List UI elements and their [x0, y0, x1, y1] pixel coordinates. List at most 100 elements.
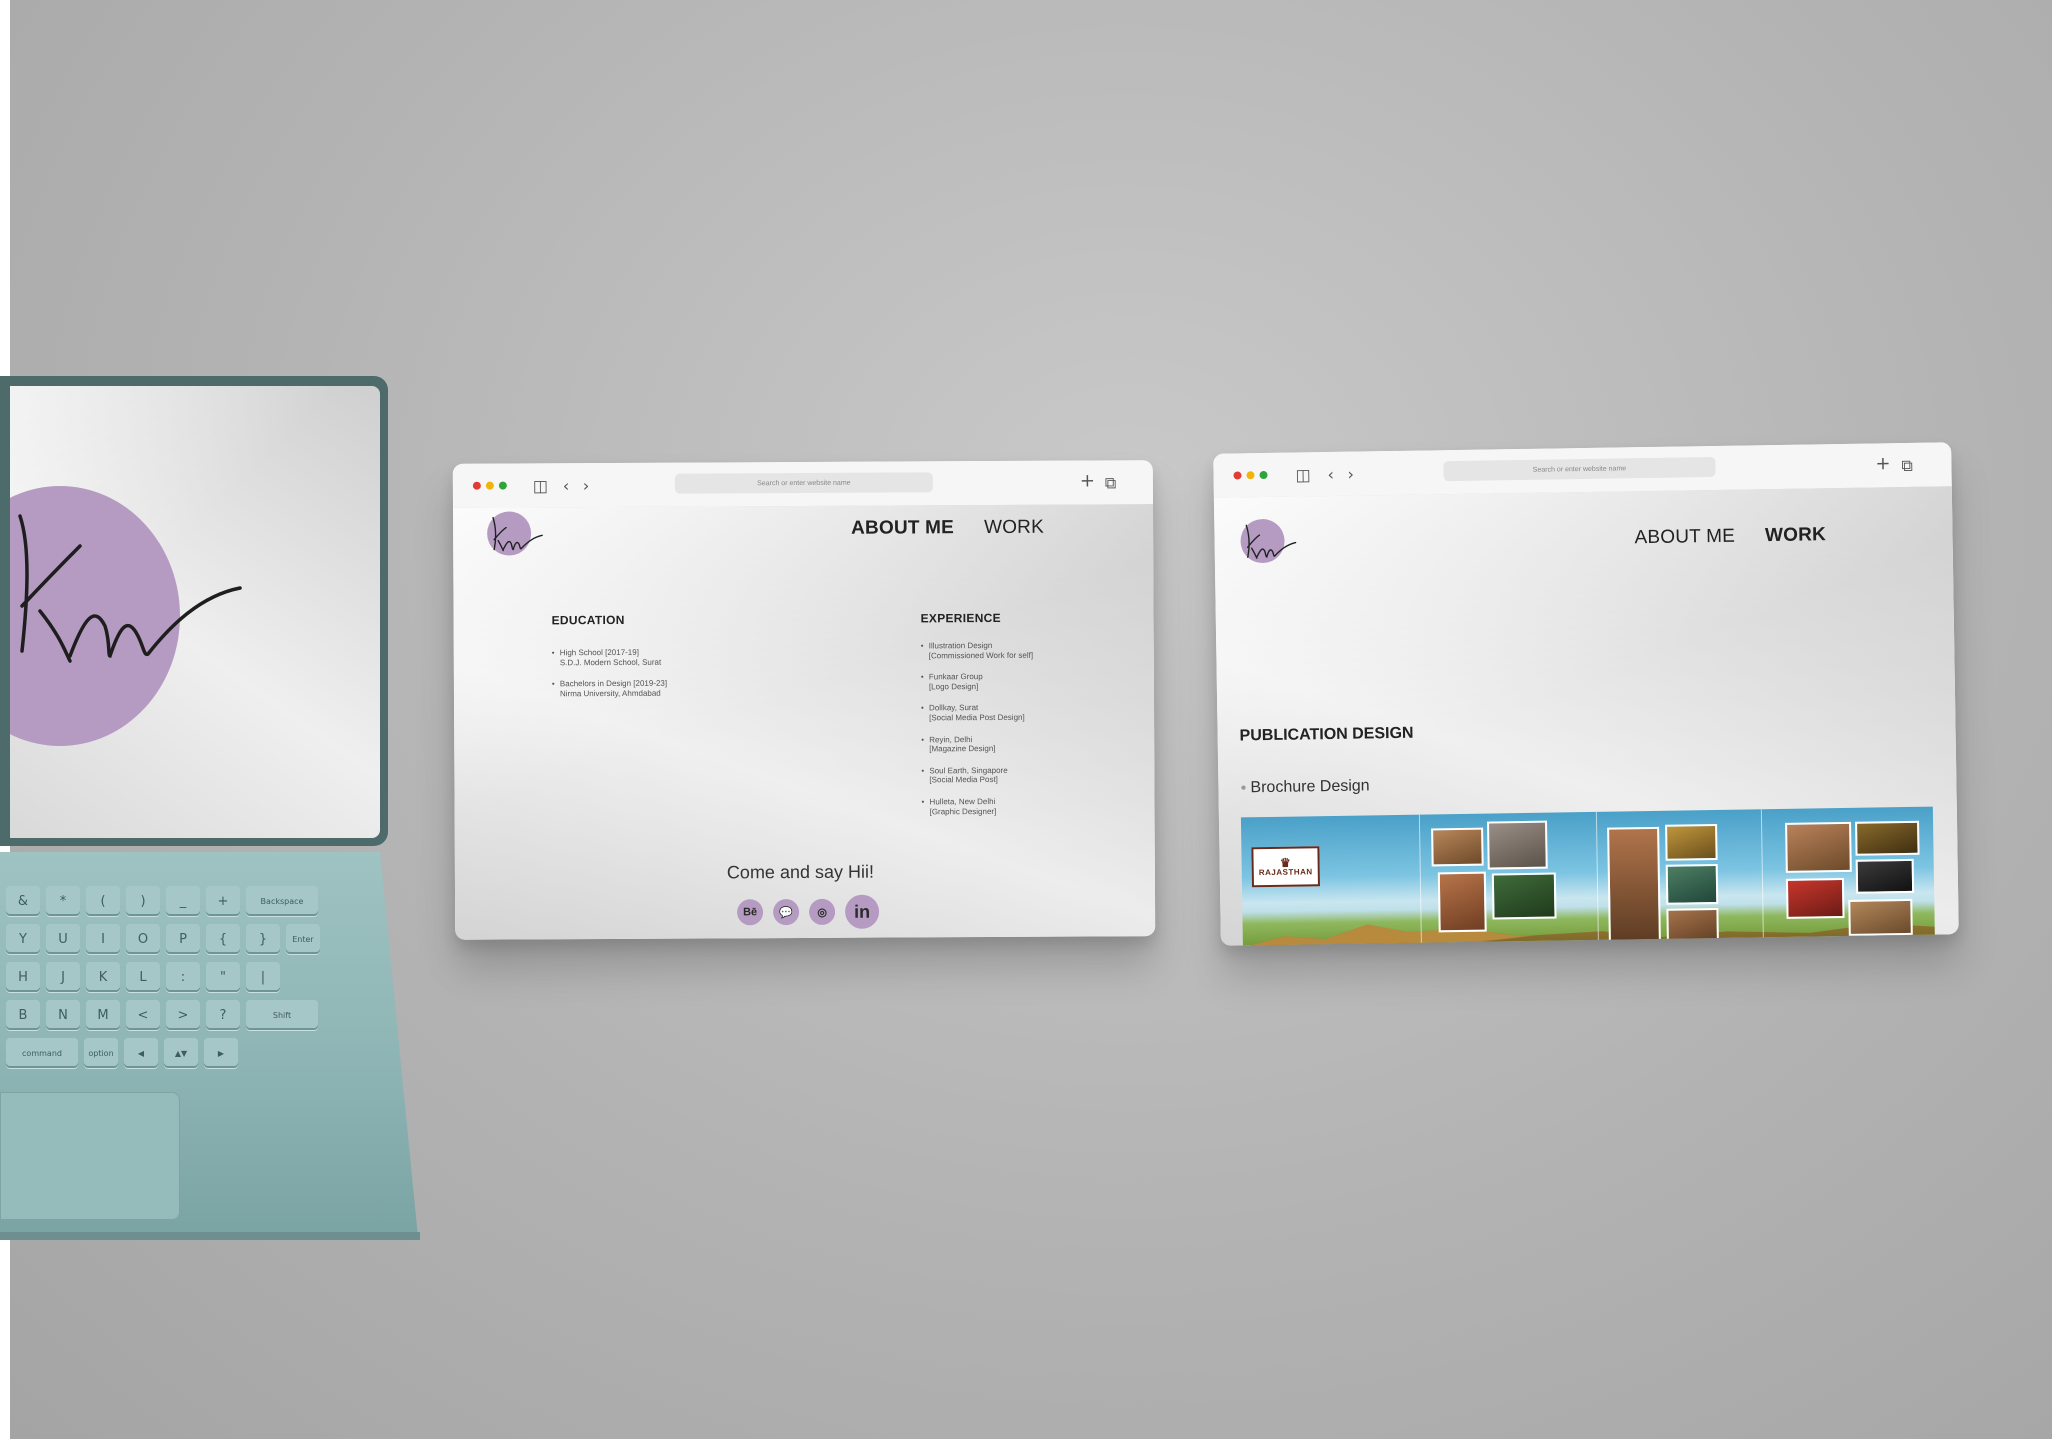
photo-thumb	[1437, 871, 1487, 933]
crown-icon: ♛	[1279, 855, 1292, 870]
key-row: H J K L : " |	[0, 962, 372, 992]
key[interactable]: ?	[206, 1000, 240, 1030]
tabs-overview-icon[interactable]: ⧉	[1901, 456, 1913, 476]
top-nav: ABOUT ME WORK	[851, 517, 1044, 540]
trackpad[interactable]	[0, 1092, 180, 1220]
list-item: Reyin, Delhi [Magazine Design]	[921, 734, 1033, 754]
minimize-dot[interactable]	[1246, 471, 1255, 480]
photo-thumb	[1607, 826, 1661, 946]
list-item: Bachelors in Design [2019-23] Nirma Univ…	[552, 679, 667, 699]
key[interactable]: J	[46, 962, 80, 992]
enter-key[interactable]: Enter	[286, 924, 320, 954]
key[interactable]: I	[86, 924, 120, 954]
key[interactable]: )	[126, 886, 160, 916]
address-placeholder: Search or enter website name	[757, 479, 851, 487]
laptop-screen	[0, 376, 388, 846]
browser-window-work: ◫ ‹ › Search or enter website name + ⧉ A…	[1213, 442, 1959, 946]
address-placeholder: Search or enter website name	[1532, 464, 1627, 474]
key[interactable]: *	[46, 886, 80, 916]
browser-window-about: ◫ ‹ › Search or enter website name + ⧉ A…	[452, 460, 1156, 940]
key[interactable]: M	[86, 1000, 120, 1030]
close-dot[interactable]	[1233, 471, 1242, 480]
chat-icon[interactable]: 💬	[773, 899, 800, 926]
nav-about-me[interactable]: ABOUT ME	[851, 517, 954, 540]
zoom-dot[interactable]	[498, 481, 507, 490]
key[interactable]: O	[126, 924, 160, 954]
key[interactable]: Y	[6, 924, 40, 954]
shift-key[interactable]: Shift	[246, 1000, 318, 1030]
window-controls	[472, 481, 507, 490]
laptop-foot	[0, 1232, 420, 1240]
key[interactable]: {	[206, 924, 240, 954]
behance-icon[interactable]: Bē	[737, 899, 764, 926]
exp-line: [Social Media Post Design]	[929, 712, 1025, 723]
tabs-overview-icon[interactable]: ⧉	[1105, 473, 1117, 493]
nav-about-me[interactable]: ABOUT ME	[1634, 526, 1735, 550]
brochure-label: Brochure Design	[1250, 777, 1370, 797]
key[interactable]: K	[86, 962, 120, 992]
arrow-updown-key[interactable]: ▲▼	[164, 1038, 198, 1068]
zoom-dot[interactable]	[1259, 470, 1268, 480]
key[interactable]: _	[166, 886, 200, 916]
backspace-key[interactable]: Backspace	[246, 886, 318, 916]
site-logo[interactable]	[487, 511, 543, 556]
address-bar[interactable]: Search or enter website name	[1443, 456, 1716, 482]
education-list: High School [2017-19] S.D.J. Modern Scho…	[552, 648, 668, 711]
key[interactable]: N	[46, 1000, 80, 1030]
bullet-icon: ●	[1240, 782, 1247, 794]
minimize-dot[interactable]	[485, 481, 494, 490]
km-logo-icon	[492, 516, 543, 552]
photo-thumb	[1431, 827, 1484, 867]
fold-line	[1760, 809, 1765, 946]
arrow-right-key[interactable]: ▶	[204, 1038, 238, 1068]
key[interactable]: +	[206, 886, 240, 916]
key[interactable]: L	[126, 962, 160, 992]
back-icon[interactable]: ‹	[1327, 465, 1334, 484]
list-item: Illustration Design [Commissioned Work f…	[921, 641, 1033, 661]
key[interactable]: >	[166, 1000, 200, 1030]
key[interactable]: P	[166, 924, 200, 954]
laptop-base: & * ( ) _ + Backspace Y U I O P { } Ente…	[0, 852, 418, 1237]
sidebar-icon[interactable]: ◫	[533, 476, 548, 495]
key[interactable]: H	[6, 962, 40, 992]
key[interactable]: B	[6, 1000, 40, 1030]
photo-thumb	[1785, 877, 1845, 919]
key[interactable]: }	[246, 924, 280, 954]
keyboard: & * ( ) _ + Backspace Y U I O P { } Ente…	[0, 886, 372, 1086]
key[interactable]: |	[246, 962, 280, 992]
key[interactable]: "	[206, 962, 240, 992]
brochure-image[interactable]: ♛ RAJASTHAN	[1240, 806, 1936, 946]
key[interactable]: &	[6, 886, 40, 916]
key[interactable]: U	[46, 924, 80, 954]
site-logo[interactable]	[1240, 518, 1297, 564]
nav-work[interactable]: WORK	[1765, 524, 1826, 547]
forward-icon[interactable]: ›	[1347, 465, 1354, 484]
brochure-item[interactable]: ● Brochure Design	[1240, 777, 1369, 797]
exp-line: [Social Media Post]	[929, 775, 998, 785]
new-tab-icon[interactable]: +	[1080, 470, 1095, 491]
option-key[interactable]: option	[84, 1038, 118, 1068]
new-tab-icon[interactable]: +	[1875, 453, 1890, 474]
laptop-display	[10, 386, 380, 838]
key[interactable]: (	[86, 886, 120, 916]
photo-thumb	[1855, 858, 1915, 894]
exp-line: Dollkay, Surat	[929, 703, 979, 713]
edu-line: Bachelors in Design [2019-23]	[559, 678, 668, 689]
fold-line	[1595, 811, 1600, 946]
sidebar-icon[interactable]: ◫	[1295, 465, 1310, 484]
back-icon[interactable]: ‹	[563, 476, 570, 495]
instagram-icon[interactable]: ◎	[809, 898, 836, 925]
rajasthan-badge: ♛ RAJASTHAN	[1251, 846, 1320, 888]
command-key[interactable]: command	[6, 1038, 78, 1068]
forward-icon[interactable]: ›	[583, 476, 590, 495]
close-dot[interactable]	[472, 481, 481, 490]
address-bar[interactable]: Search or enter website name	[674, 472, 933, 494]
exp-line: [Magazine Design]	[929, 744, 996, 754]
arrow-left-key[interactable]: ◀	[124, 1038, 158, 1068]
nav-work[interactable]: WORK	[984, 517, 1044, 539]
linkedin-icon[interactable]: in	[845, 894, 880, 929]
km-signature-logo	[18, 514, 242, 663]
key[interactable]: :	[166, 962, 200, 992]
key[interactable]: <	[126, 1000, 160, 1030]
photo-thumb	[1486, 820, 1548, 870]
